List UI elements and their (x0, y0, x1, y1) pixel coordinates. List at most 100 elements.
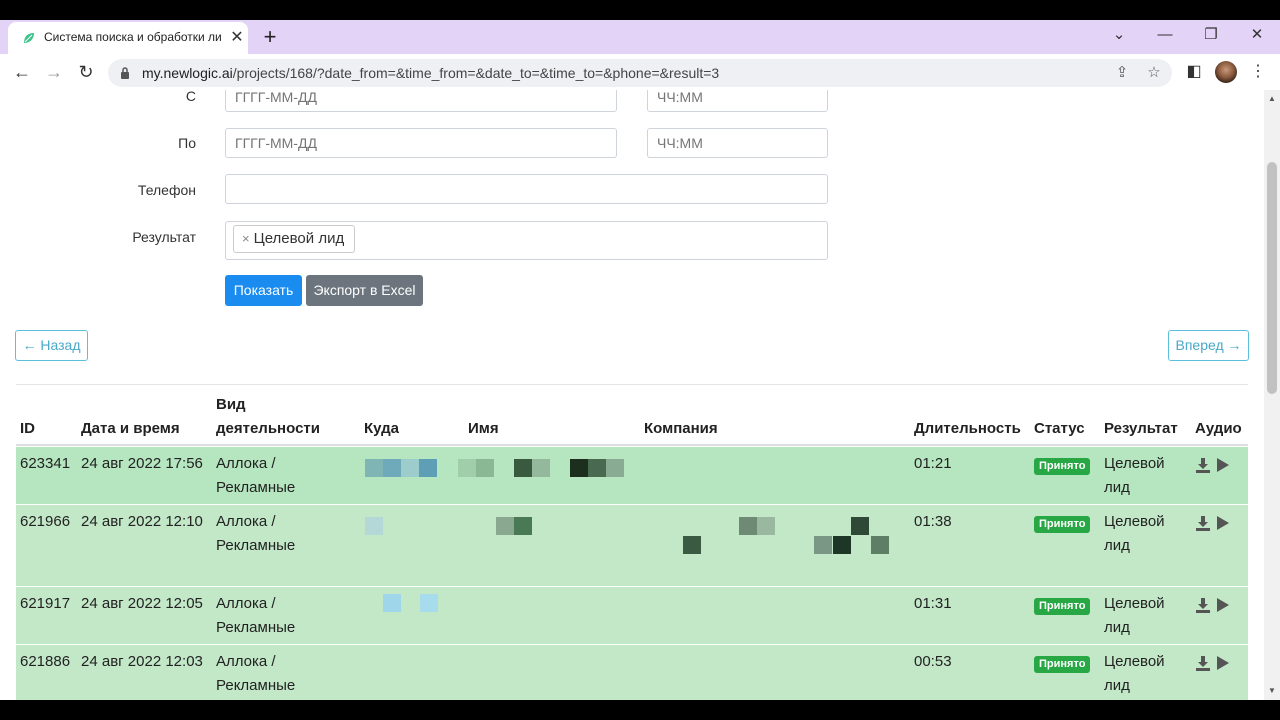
show-button[interactable]: Показать (225, 275, 302, 306)
bottom-black-bar (0, 700, 1280, 720)
to-label: По (178, 135, 196, 151)
play-icon[interactable] (1214, 514, 1232, 532)
scroll-up-icon[interactable]: ▲ (1267, 94, 1277, 104)
col-header-activity-line2: деятельности (216, 420, 320, 437)
forward-arrow-icon[interactable]: → (42, 60, 66, 84)
cell-duration: 01:31 (914, 595, 952, 612)
back-arrow-icon[interactable]: ← (10, 60, 34, 84)
download-icon[interactable] (1194, 514, 1212, 532)
divider (16, 384, 1248, 385)
cell-activity-line2: Рекламные (216, 479, 296, 496)
table-row[interactable]: 621917 24 авг 2022 12:05 Аллока / Реклам… (16, 586, 1248, 644)
window-close-icon[interactable]: ✕ (1244, 24, 1270, 46)
table-row[interactable]: 621886 24 авг 2022 12:03 Аллока / Реклам… (16, 644, 1248, 700)
cell-datetime: 24 авг 2022 12:03 (81, 653, 203, 670)
cell-datetime: 24 авг 2022 12:10 (81, 513, 203, 530)
redacted-block (401, 459, 419, 477)
col-header-company: Компания (644, 420, 718, 437)
cell-activity-line1: Аллока / (216, 513, 276, 530)
redacted-block (739, 517, 757, 535)
cell-result-line2: лид (1104, 677, 1130, 694)
play-icon[interactable] (1214, 456, 1232, 474)
browser-tab[interactable]: Система поиска и обработки ли ✕ (8, 22, 248, 54)
redacted-block (420, 594, 438, 612)
download-icon[interactable] (1194, 596, 1212, 614)
redacted-block (532, 459, 550, 477)
page-scrollbar[interactable]: ▲ ▼ (1264, 90, 1280, 700)
status-badge: Принято (1034, 656, 1091, 673)
cell-result-line1: Целевой (1104, 595, 1165, 612)
kebab-menu-icon[interactable]: ⋮ (1246, 60, 1270, 84)
cell-duration: 01:21 (914, 455, 952, 472)
scrollbar-thumb[interactable] (1267, 162, 1277, 394)
redacted-block (383, 594, 401, 612)
redacted-block (476, 459, 494, 477)
cell-duration: 01:38 (914, 513, 952, 530)
redacted-block (383, 459, 401, 477)
result-chip: × Целевой лид (233, 225, 356, 253)
side-panel-icon[interactable]: ◧ (1182, 60, 1206, 84)
redacted-block (365, 459, 383, 477)
plus-icon[interactable]: + (258, 25, 282, 49)
col-header-audio: Аудио (1195, 420, 1242, 437)
time-to-input[interactable] (647, 128, 828, 158)
redacted-block (514, 517, 532, 535)
cell-result-line2: лид (1104, 537, 1130, 554)
cell-id: 623341 (20, 455, 71, 472)
status-badge: Принято (1034, 516, 1091, 533)
url-host: my.newlogic.ai (142, 65, 233, 81)
play-icon[interactable] (1214, 654, 1232, 672)
share-icon[interactable]: ⇪ (1112, 63, 1132, 83)
download-icon[interactable] (1194, 456, 1212, 474)
play-icon[interactable] (1214, 596, 1232, 614)
restore-icon[interactable]: ❐ (1198, 24, 1224, 46)
page-content: С По Телефон Результат ×Целевой лид Пока… (0, 90, 1264, 700)
scroll-down-icon[interactable]: ▼ (1267, 686, 1277, 696)
date-to-input[interactable] (225, 128, 617, 158)
date-from-input[interactable] (225, 90, 617, 112)
col-header-result: Результат (1104, 420, 1178, 437)
address-bar[interactable]: my.newlogic.ai/projects/168/?date_from=&… (108, 59, 1172, 87)
phone-input[interactable] (225, 174, 828, 204)
redacted-block (851, 517, 869, 535)
cell-activity-line2: Рекламные (216, 619, 296, 636)
redacted-block (833, 536, 851, 554)
redacted-block (683, 536, 701, 554)
cell-id: 621917 (20, 595, 71, 612)
chip-remove-icon[interactable]: × (242, 231, 250, 246)
col-header-activity-line1: Вид (216, 396, 246, 413)
cell-id: 621966 (20, 513, 71, 530)
cell-result-line1: Целевой (1104, 653, 1165, 670)
cell-duration: 00:53 (914, 653, 952, 670)
phone-label: Телефон (137, 182, 196, 198)
redacted-block (588, 459, 606, 477)
tab-title: Система поиска и обработки ли (44, 30, 222, 44)
cell-activity-line1: Аллока / (216, 653, 276, 670)
top-black-bar (0, 0, 1280, 20)
download-icon[interactable] (1194, 654, 1212, 672)
table-row[interactable]: 621966 24 авг 2022 12:10 Аллока / Реклам… (16, 504, 1248, 586)
next-page-button[interactable]: Вперед → (1168, 330, 1249, 361)
table-row[interactable]: 623341 24 авг 2022 17:56 Аллока / Реклам… (16, 446, 1248, 504)
avatar[interactable] (1215, 61, 1237, 83)
status-badge: Принято (1034, 598, 1091, 615)
browser-toolbar: ← → ↻ my.newlogic.ai/projects/168/?date_… (0, 54, 1280, 91)
close-icon[interactable]: ✕ (226, 27, 248, 49)
redacted-block (365, 517, 383, 535)
time-from-input[interactable] (647, 90, 828, 112)
minimize-icon[interactable]: — (1152, 24, 1178, 46)
star-icon[interactable]: ☆ (1144, 63, 1164, 83)
cell-datetime: 24 авг 2022 12:05 (81, 595, 203, 612)
redacted-block (496, 517, 514, 535)
col-header-datetime: Дата и время (81, 420, 180, 437)
reload-icon[interactable]: ↻ (74, 60, 98, 84)
cell-result-line2: лид (1104, 479, 1130, 496)
col-header-duration: Длительность (914, 420, 1021, 437)
prev-page-button[interactable]: ← Назад (15, 330, 88, 361)
redacted-block (757, 517, 775, 535)
cell-activity-line1: Аллока / (216, 455, 276, 472)
chip-label: Целевой лид (253, 230, 345, 247)
chevron-down-icon[interactable]: ⌄ (1106, 24, 1132, 46)
cell-activity-line2: Рекламные (216, 677, 296, 694)
export-excel-button[interactable]: Экспорт в Excel (306, 275, 423, 306)
